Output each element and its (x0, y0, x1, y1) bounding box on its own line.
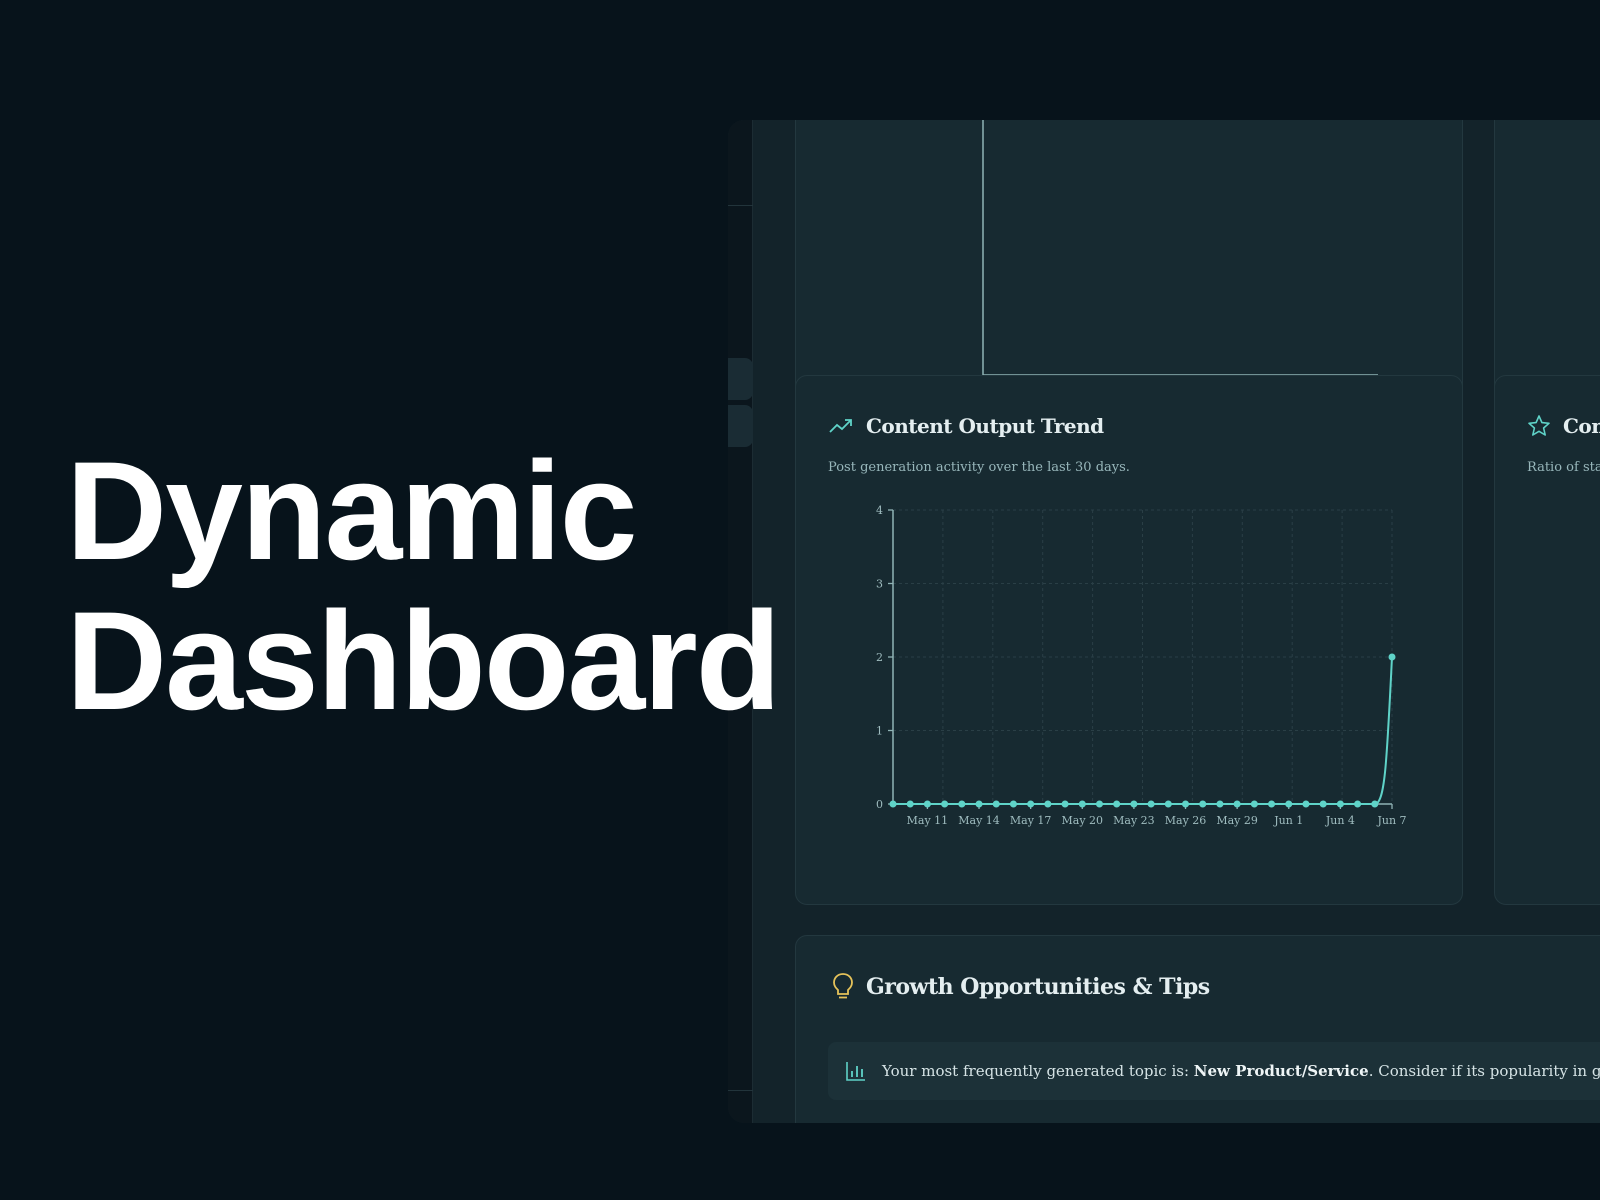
trend-grid (892, 509, 1393, 805)
data-point (1044, 800, 1052, 808)
tip-text: Your most frequently generated topic is:… (882, 1062, 1600, 1080)
sidebar-divider (728, 1090, 753, 1091)
data-point (975, 800, 983, 808)
data-point (1388, 653, 1396, 661)
data-point (992, 800, 1000, 808)
hero-title-line1: Dynamic (66, 432, 638, 589)
data-point (1268, 800, 1276, 808)
data-point (1250, 800, 1258, 808)
x-tick-label: May 20 (1062, 814, 1104, 827)
tip-prefix: Your most frequently generated topic is: (882, 1062, 1194, 1080)
data-point (1147, 800, 1155, 808)
side-card: Con Ratio of sta (1494, 375, 1600, 905)
data-point (889, 800, 897, 808)
tip-topic: New Product/Service (1193, 1062, 1369, 1080)
x-tick-label: Jun 4 (1325, 814, 1355, 827)
card-title: Growth Opportunities & Tips (866, 974, 1210, 1000)
data-point (958, 800, 966, 808)
data-point (1285, 800, 1293, 808)
trend-chart: 0 1 2 3 4 May 11 May 14 May 17 May 20 May 23 May 2… (876, 504, 1407, 827)
y-tick-label: 3 (876, 578, 883, 591)
card-subtitle: Ratio of sta (1527, 460, 1600, 475)
x-tick-label: Jun 7 (1376, 814, 1406, 827)
x-tick-label: May 29 (1216, 814, 1258, 827)
data-point (906, 800, 914, 808)
y-tick-label: 0 (876, 798, 883, 811)
data-point (1095, 800, 1103, 808)
y-tick-label: 1 (876, 725, 883, 738)
bar-chart-icon (846, 1062, 865, 1081)
data-point (923, 800, 931, 808)
hero-title-line2: Dashboard (66, 582, 781, 739)
data-point (1354, 800, 1362, 808)
sidebar-divider (728, 205, 753, 206)
data-point (1302, 800, 1310, 808)
growth-tips-card: Growth Opportunities & Tips Your most fr… (795, 935, 1600, 1123)
card-header: Growth Opportunities & Tips (832, 972, 1210, 1002)
data-point (1009, 800, 1017, 808)
data-point (1113, 800, 1121, 808)
y-tick-label: 4 (876, 504, 883, 517)
x-tick-label: Jun 1 (1273, 814, 1303, 827)
x-tick-label: May 11 (907, 814, 949, 827)
data-point (1164, 800, 1172, 808)
tip-suffix: . Consider if its popularity in gene (1368, 1062, 1600, 1080)
data-point (1130, 800, 1138, 808)
data-point (1027, 800, 1035, 808)
data-point (1336, 800, 1344, 808)
x-tick-label: May 14 (958, 814, 1000, 827)
tip-item: Your most frequently generated topic is:… (828, 1042, 1600, 1100)
x-tick-label: May 17 (1010, 814, 1052, 827)
data-point (1371, 800, 1379, 808)
data-point (1216, 800, 1224, 808)
x-tick-label: May 26 (1165, 814, 1207, 827)
data-point (941, 800, 949, 808)
lightbulb-icon (833, 973, 853, 999)
hero-title: Dynamic Dashboard (66, 432, 781, 739)
dashboard-screenshot: 0 1 2 3 4 Content Output Trend Post generati… (728, 120, 1600, 1123)
y-tick-label: 2 (876, 651, 883, 664)
x-tick-label: May 23 (1113, 814, 1155, 827)
data-point (1199, 800, 1207, 808)
data-point (1233, 800, 1241, 808)
sidebar-item[interactable] (728, 358, 753, 400)
card-title: Con (1563, 414, 1600, 438)
star-icon (1528, 415, 1550, 436)
data-point (1182, 800, 1190, 808)
card-header: Con (1527, 414, 1600, 438)
content-output-trend-card: Content Output Trend Post generation act… (795, 375, 1463, 905)
data-point (1078, 800, 1086, 808)
data-point (1061, 800, 1069, 808)
data-point (1319, 800, 1327, 808)
